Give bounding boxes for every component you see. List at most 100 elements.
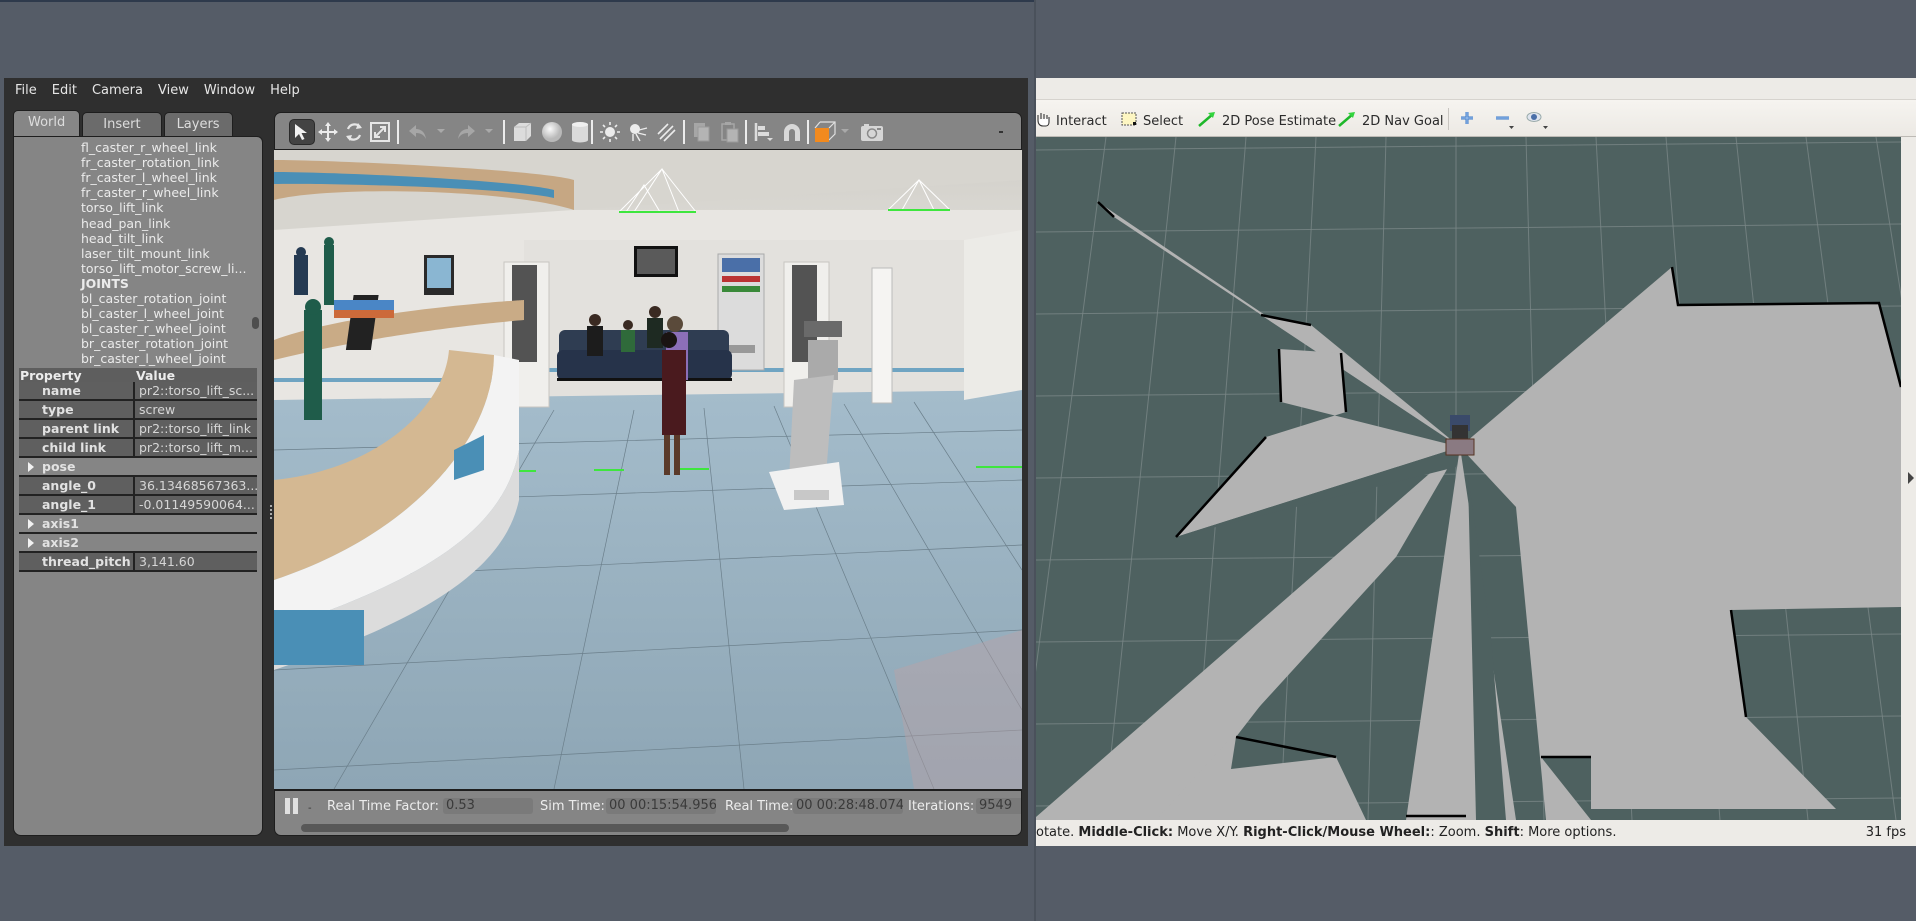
tree-section-header[interactable]: JOINTS — [81, 276, 129, 291]
property-group-row[interactable]: axis1 — [19, 515, 257, 534]
redo-dropdown-arrow-icon[interactable] — [485, 129, 493, 133]
remove-tool-minus-icon[interactable] — [1495, 110, 1515, 134]
add-tool-plus-icon[interactable] — [1459, 110, 1475, 130]
view-angle-icon[interactable] — [813, 119, 839, 145]
right-panel-expand-arrow-icon[interactable] — [1908, 472, 1914, 484]
menu-view[interactable]: View — [158, 83, 189, 98]
cylinder-shape-icon[interactable] — [567, 119, 593, 145]
property-key: angle_0 — [19, 477, 135, 494]
tree-item[interactable]: laser_tilt_mount_link — [81, 246, 210, 261]
fps-counter: 31 fps — [1865, 825, 1906, 840]
property-row[interactable]: angle_1 -0.01149590064... — [19, 496, 257, 515]
status-hint-middle-click: Middle-Click: — [1078, 825, 1174, 840]
menu-help[interactable]: Help — [270, 83, 300, 98]
hand-icon — [1036, 111, 1050, 131]
spot-light-icon[interactable] — [625, 119, 651, 145]
tree-item[interactable]: head_tilt_link — [81, 231, 164, 246]
property-row[interactable]: angle_0 36.13468567363... — [19, 477, 257, 496]
gazebo-3d-scene[interactable] — [274, 150, 1022, 789]
panel-splitter-handle[interactable] — [270, 505, 272, 521]
model-tree[interactable]: fl_caster_r_wheel_link fr_caster_rotation… — [14, 137, 262, 366]
point-light-icon[interactable] — [597, 119, 623, 145]
tab-world[interactable]: World — [13, 110, 81, 136]
property-key: thread_pitch — [19, 553, 135, 570]
select-mode-arrow-icon[interactable] — [289, 119, 315, 145]
directional-light-icon[interactable] — [653, 119, 679, 145]
toolbar-overflow-icon[interactable] — [999, 131, 1003, 133]
align-icon[interactable] — [751, 119, 777, 145]
tree-item[interactable]: torso_lift_motor_screw_li... — [81, 261, 246, 276]
nav-goal-tool[interactable]: 2D Nav Goal — [1338, 111, 1444, 131]
property-key: type — [19, 401, 135, 418]
redo-icon[interactable] — [453, 119, 479, 145]
paste-icon[interactable] — [717, 119, 743, 145]
copy-icon[interactable] — [689, 119, 715, 145]
property-value: 36.13468567363... — [139, 478, 257, 493]
property-row[interactable]: child link pr2::torso_lift_m... — [19, 439, 257, 458]
undo-dropdown-arrow-icon[interactable] — [437, 129, 445, 133]
menu-window[interactable]: Window — [204, 83, 255, 98]
expand-triangle-icon[interactable] — [28, 538, 34, 548]
menu-file[interactable]: File — [15, 83, 37, 98]
property-key: pose — [19, 458, 75, 475]
expand-triangle-icon[interactable] — [28, 519, 34, 529]
iterations-label: Iterations: — [908, 799, 975, 814]
scale-icon[interactable] — [367, 119, 393, 145]
menu-camera[interactable]: Camera — [92, 83, 143, 98]
tree-item[interactable]: fr_caster_rotation_link — [81, 155, 219, 170]
pose-estimate-tool[interactable]: 2D Pose Estimate — [1198, 111, 1336, 131]
sphere-shape-icon[interactable] — [539, 119, 565, 145]
rviz-status-bar: otate. Middle-Click: Move X/Y. Right-Cli… — [1036, 820, 1916, 846]
box-shape-icon[interactable] — [509, 119, 535, 145]
tree-item[interactable]: torso_lift_link — [81, 200, 163, 215]
tree-item[interactable]: head_pan_link — [81, 216, 170, 231]
toolbar-separator — [503, 120, 505, 144]
tree-item[interactable]: fl_caster_r_wheel_link — [81, 140, 217, 155]
property-group-label: pose — [42, 459, 76, 474]
pause-icon[interactable] — [285, 798, 298, 814]
property-row[interactable]: parent link pr2::torso_lift_link — [19, 420, 257, 439]
status-bar-horizontal-scrollbar[interactable] — [301, 824, 789, 832]
property-key: name — [19, 382, 135, 399]
tree-item[interactable]: br_caster_l_wheel_joint — [81, 351, 226, 366]
status-text-prefix: otate. — [1036, 825, 1079, 840]
tree-item[interactable]: fr_caster_l_wheel_link — [81, 170, 217, 185]
property-key: axis1 — [19, 515, 79, 532]
property-row[interactable]: type screw — [19, 401, 257, 420]
property-row[interactable]: name pr2::torso_lift_sc... — [19, 382, 257, 401]
step-button[interactable]: - — [308, 803, 312, 814]
property-row[interactable]: thread_pitch 3,141.60 — [19, 553, 257, 572]
interact-tool[interactable]: Interact — [1036, 111, 1107, 131]
status-hint-move: Move X/Y. — [1173, 825, 1244, 840]
real-time-factor-value: 0.53 — [443, 798, 533, 814]
toolbar-separator — [683, 120, 685, 144]
view-angle-dropdown-arrow-icon[interactable] — [841, 129, 849, 133]
property-table-header: Property Value — [19, 368, 257, 383]
tree-scrollbar-handle[interactable] — [252, 317, 259, 329]
property-group-row[interactable]: pose — [19, 458, 257, 477]
robot-base — [1445, 438, 1475, 456]
tab-layers[interactable]: Layers — [163, 112, 233, 136]
tab-insert[interactable]: Insert — [82, 112, 162, 136]
screenshot-camera-icon[interactable] — [859, 119, 885, 145]
expand-triangle-icon[interactable] — [28, 462, 34, 472]
select-tool[interactable]: Select — [1121, 111, 1183, 131]
tree-item[interactable]: bl_caster_rotation_joint — [81, 291, 226, 306]
status-hint-shift: Shift — [1484, 825, 1520, 840]
tree-item[interactable]: bl_caster_r_wheel_joint — [81, 321, 226, 336]
undo-icon[interactable] — [405, 119, 431, 145]
toolbar-separator — [1448, 108, 1449, 130]
tree-item[interactable]: bl_caster_l_wheel_joint — [81, 306, 224, 321]
snap-magnet-icon[interactable] — [779, 119, 805, 145]
tree-item[interactable]: fr_caster_r_wheel_link — [81, 185, 219, 200]
translate-move-icon[interactable] — [315, 119, 341, 145]
sim-time-label: Sim Time: — [540, 799, 605, 814]
property-group-row[interactable]: axis2 — [19, 534, 257, 553]
menu-edit[interactable]: Edit — [52, 83, 77, 98]
occupancy-grid-map — [1036, 137, 1901, 820]
rviz-3d-map-view[interactable] — [1036, 137, 1901, 820]
tool-properties-eye-icon[interactable] — [1526, 110, 1550, 134]
tree-item[interactable]: br_caster_rotation_joint — [81, 336, 228, 351]
rotate-icon[interactable] — [341, 119, 367, 145]
property-group-label: axis2 — [42, 535, 79, 550]
